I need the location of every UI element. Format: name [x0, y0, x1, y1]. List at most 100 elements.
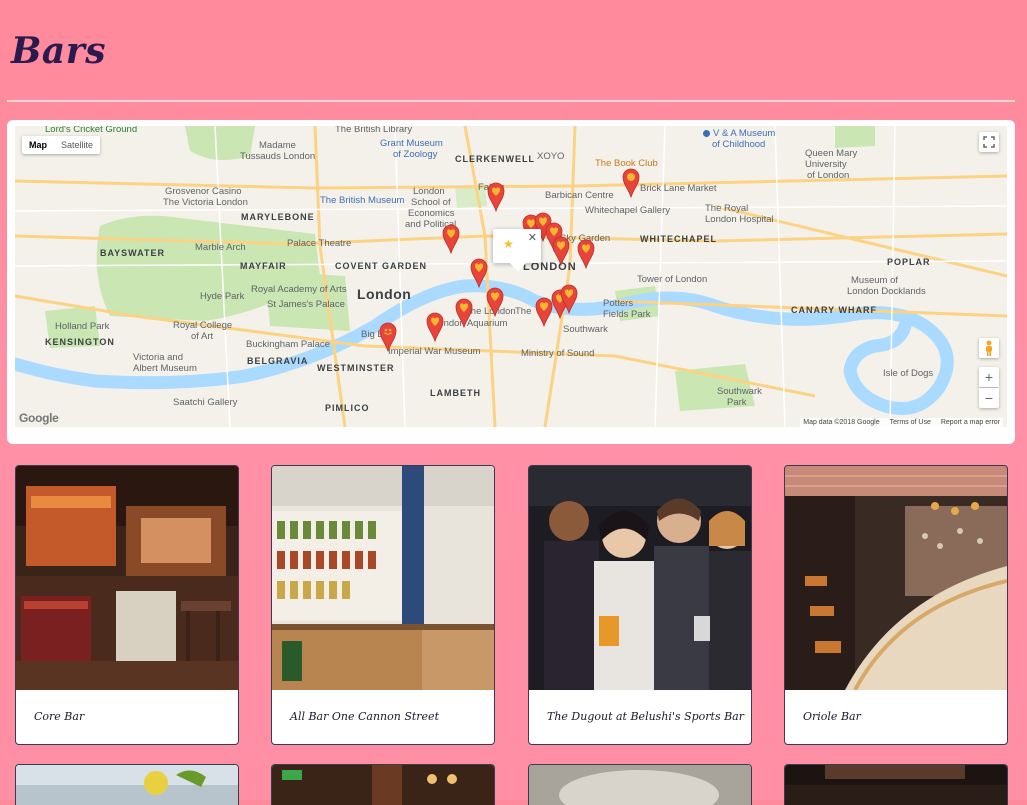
map-label: London — [413, 186, 445, 197]
bar-map-pin[interactable] — [560, 284, 578, 314]
map-label: BAYSWATER — [100, 248, 166, 258]
map-label: Tussauds London — [240, 151, 316, 162]
map-card: Lord's Cricket Ground The British Librar… — [7, 120, 1015, 444]
map-label: Whitechapel Gallery — [585, 205, 671, 216]
bar-map-pin[interactable] — [486, 287, 504, 317]
map-label: Palace Theatre — [287, 238, 352, 249]
page-title: Bars — [11, 30, 106, 72]
map-label: of London — [807, 170, 850, 181]
bar-name: All Bar One Cannon Street — [290, 710, 439, 723]
map-label: St James's Palace — [267, 299, 345, 310]
map-label: The Royal — [705, 203, 749, 214]
bar-card[interactable]: Core Bar — [15, 465, 239, 745]
report-error-link[interactable]: Report a map error — [941, 419, 1000, 426]
map-label: The British Museum — [320, 195, 405, 206]
map-label: Southwark — [717, 386, 762, 397]
map-label: KENSINGTON — [45, 337, 115, 347]
map-label: LAMBETH — [430, 388, 481, 398]
map-label: MAYFAIR — [240, 261, 287, 271]
map-label-text: V & A Museum — [713, 128, 776, 139]
google-logo: Google — [19, 411, 59, 425]
bar-map-pin[interactable] — [455, 298, 473, 328]
map-label: Imperial War Museum — [388, 346, 481, 357]
zoom-in-button[interactable]: + — [979, 367, 999, 387]
map-info-window: ★ ✕ — [493, 229, 541, 272]
map-label: CLERKENWELL — [455, 154, 535, 164]
map-label: V & A Museum — [703, 128, 775, 139]
map-label: BELGRAVIA — [247, 356, 309, 366]
bar-photo — [529, 466, 751, 690]
map-label: London Docklands — [847, 286, 926, 297]
map-label: Grosvenor Casino — [165, 186, 242, 197]
map-label: The British Library — [335, 126, 413, 135]
map-label: XOYO — [537, 151, 565, 162]
bar-photo — [785, 765, 1007, 805]
map-label: Royal Academy of Arts — [251, 284, 347, 295]
map-label: London Hospital — [705, 214, 774, 225]
map-label: Ministry of Sound — [521, 348, 595, 359]
map-label: Brick Lane Market — [640, 183, 717, 194]
bar-photo — [16, 466, 238, 690]
bar-card[interactable]: All Bar One Cannon Street — [271, 465, 495, 745]
map-label: Fields Park — [603, 309, 651, 320]
map-type-map-button[interactable]: Map — [22, 136, 54, 154]
title-divider — [7, 100, 1015, 102]
close-icon[interactable]: ✕ — [528, 231, 537, 244]
zoom-out-button[interactable]: − — [979, 388, 999, 408]
map-label: PIMLICO — [325, 403, 370, 413]
map-label: The — [515, 306, 532, 317]
map-label: Marble Arch — [195, 242, 246, 253]
map-label: CANARY WHARF — [791, 305, 877, 315]
map-label: Queen Mary — [805, 148, 858, 159]
bar-card[interactable] — [784, 764, 1008, 805]
bar-map-pin[interactable] — [622, 168, 640, 198]
bar-card[interactable] — [15, 764, 239, 805]
map-label: Lord's Cricket Ground — [45, 126, 138, 135]
map-label: Holland Park — [55, 321, 110, 332]
bar-name: Core Bar — [34, 710, 85, 723]
bar-card[interactable]: The Dugout at Belushi's Sports Bar — [528, 465, 752, 745]
map-label: Isle of Dogs — [883, 368, 934, 379]
bar-photo — [529, 765, 751, 805]
bar-photo — [16, 765, 238, 805]
map-label: of Zoology — [393, 149, 438, 160]
map-label: COVENT GARDEN — [335, 261, 428, 271]
map-label: WESTMINSTER — [317, 363, 395, 373]
map-label: WHITECHAPEL — [640, 234, 717, 244]
bar-map-pin[interactable] — [487, 182, 505, 212]
map-label: Southwark — [563, 324, 608, 335]
map-label: Park — [727, 397, 747, 408]
street-view-pegman-button[interactable] — [979, 338, 999, 358]
bar-map-pin[interactable] — [470, 258, 488, 288]
bar-map-pin[interactable] — [552, 236, 570, 266]
fullscreen-button[interactable] — [979, 132, 999, 152]
bar-map-pin[interactable] — [442, 224, 460, 254]
map-label: Economics — [408, 208, 455, 219]
map-label: Barbican Centre — [545, 190, 614, 201]
map-view[interactable]: Lord's Cricket Ground The British Librar… — [15, 126, 1007, 427]
bar-card[interactable] — [528, 764, 752, 805]
map-label: Royal College — [173, 320, 233, 331]
bar-card[interactable]: Oriole Bar — [784, 465, 1008, 745]
map-label: Potters — [603, 298, 634, 309]
map-label: School of — [411, 197, 451, 208]
terms-link[interactable]: Terms of Use — [890, 419, 931, 426]
bar-card[interactable] — [271, 764, 495, 805]
bar-map-pin[interactable] — [426, 312, 444, 342]
bar-name: Oriole Bar — [803, 710, 861, 723]
map-label: of Childhood — [712, 139, 766, 150]
map-label: Albert Museum — [133, 363, 197, 374]
map-type-control: Map Satellite — [22, 136, 101, 154]
map-data-attribution: Map data ©2018 Google — [803, 419, 880, 426]
map-label: MARYLEBONE — [241, 212, 315, 222]
map-label: Victoria and — [133, 352, 183, 363]
bar-map-pin[interactable] — [577, 239, 595, 269]
map-label: Buckingham Palace — [246, 339, 330, 350]
map-type-satellite-button[interactable]: Satellite — [54, 136, 100, 154]
map-label: London — [357, 286, 412, 302]
bar-photo — [272, 466, 494, 690]
fullscreen-icon — [983, 136, 995, 148]
map-label: Madame — [259, 140, 296, 151]
bar-photo — [272, 765, 494, 805]
bar-map-pin[interactable] — [379, 322, 397, 352]
